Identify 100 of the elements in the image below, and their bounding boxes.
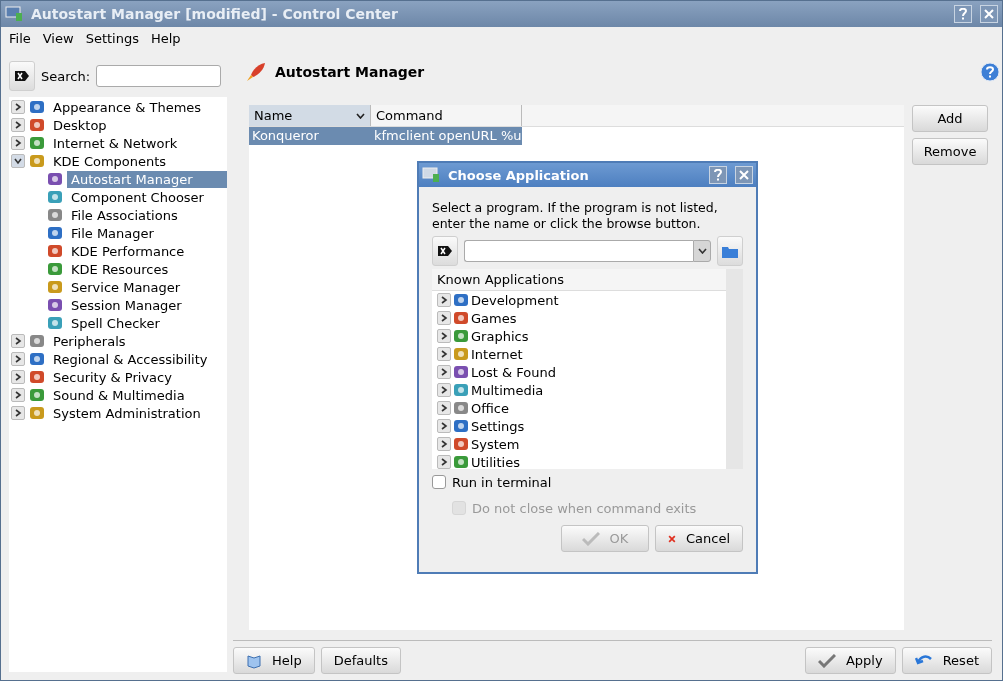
- menu-item[interactable]: Settings: [81, 30, 143, 46]
- category-item[interactable]: Graphics: [471, 328, 529, 344]
- side-button[interactable]: Remove: [912, 138, 988, 165]
- program-input-field[interactable]: [464, 240, 693, 262]
- tree-item[interactable]: KDE Performance: [67, 242, 189, 260]
- checkmark-icon: [817, 653, 836, 668]
- expand-toggle[interactable]: [437, 365, 451, 379]
- app-icon: [47, 297, 63, 313]
- tree-item[interactable]: Autostart Manager: [67, 170, 227, 188]
- menu-item[interactable]: Help: [146, 30, 185, 46]
- expanded-chevron-icon: [14, 157, 22, 165]
- tree-item[interactable]: Service Manager: [67, 278, 185, 296]
- tree-item[interactable]: Internet & Network: [49, 134, 182, 152]
- clear-search-button[interactable]: [9, 61, 35, 91]
- tree-item[interactable]: Appearance & Themes: [49, 98, 206, 116]
- app-icon: [453, 292, 469, 308]
- clear-input-button[interactable]: [432, 236, 458, 266]
- menu-item[interactable]: View: [38, 30, 78, 46]
- footer-button[interactable]: Defaults: [320, 647, 401, 674]
- expand-toggle[interactable]: [437, 293, 451, 307]
- checkmark-icon: [581, 531, 600, 546]
- expand-toggle[interactable]: [11, 388, 25, 402]
- tree-item[interactable]: KDE Resources: [67, 260, 173, 278]
- tree-item[interactable]: Component Chooser: [67, 188, 208, 206]
- column-header[interactable]: Command: [371, 105, 522, 126]
- browse-button[interactable]: [717, 236, 743, 266]
- close-icon: [984, 9, 994, 19]
- expand-toggle[interactable]: [11, 352, 25, 366]
- help-button[interactable]: [709, 166, 727, 184]
- collapsed-chevron-icon: [14, 391, 22, 399]
- menu-item[interactable]: File: [5, 30, 35, 46]
- tree-item[interactable]: Regional & Accessibility: [49, 350, 212, 368]
- category-item[interactable]: Lost & Found: [471, 364, 556, 380]
- expand-toggle[interactable]: [437, 347, 451, 361]
- tree-item[interactable]: File Associations: [67, 206, 182, 224]
- collapsed-chevron-icon: [14, 337, 22, 345]
- table-cell[interactable]: Konqueror: [249, 127, 371, 145]
- dropdown-button[interactable]: [693, 240, 711, 262]
- search-field[interactable]: [96, 65, 222, 87]
- close-button[interactable]: [735, 166, 753, 184]
- app-icon: [29, 369, 45, 385]
- app-icon: [47, 207, 63, 223]
- expand-toggle[interactable]: [437, 329, 451, 343]
- footer-button[interactable]: Apply: [804, 647, 896, 674]
- app-icon: [47, 243, 63, 259]
- expand-toggle[interactable]: [11, 136, 25, 150]
- category-item[interactable]: Development: [471, 292, 559, 308]
- expand-toggle[interactable]: [437, 311, 451, 325]
- footer-button[interactable]: Reset: [901, 647, 992, 674]
- expand-toggle[interactable]: [437, 455, 451, 469]
- collapsed-chevron-icon: [440, 314, 448, 322]
- app-icon: [29, 405, 45, 421]
- tree-item[interactable]: Session Manager: [67, 296, 186, 314]
- category-item[interactable]: Internet: [471, 346, 523, 362]
- category-item[interactable]: Utilities: [471, 454, 520, 470]
- tree-item[interactable]: Desktop: [49, 116, 111, 134]
- app-icon: [29, 135, 45, 151]
- expand-toggle[interactable]: [11, 370, 25, 384]
- collapsed-chevron-icon: [440, 332, 448, 340]
- side-button[interactable]: Add: [912, 105, 988, 132]
- expand-toggle[interactable]: [11, 118, 25, 132]
- tree-item[interactable]: File Manager: [67, 224, 158, 242]
- tree-item[interactable]: Sound & Multimedia: [49, 386, 189, 404]
- expand-toggle[interactable]: [437, 437, 451, 451]
- checkbox[interactable]: [432, 475, 446, 489]
- help-icon[interactable]: [980, 62, 1000, 82]
- expand-toggle[interactable]: [437, 419, 451, 433]
- tree-item[interactable]: KDE Components: [49, 152, 171, 170]
- help-button[interactable]: [954, 5, 972, 23]
- tree-item[interactable]: Spell Checker: [67, 314, 164, 332]
- category-item[interactable]: Office: [471, 400, 509, 416]
- column-header[interactable]: Name: [249, 105, 371, 126]
- app-icon: [453, 400, 469, 416]
- tree-item[interactable]: Peripherals: [49, 332, 130, 350]
- tree-item[interactable]: Security & Privacy: [49, 368, 176, 386]
- tree-item[interactable]: System Administration: [49, 404, 205, 422]
- expand-toggle[interactable]: [437, 383, 451, 397]
- question-icon: [959, 8, 967, 20]
- close-button[interactable]: [980, 5, 998, 23]
- expand-toggle[interactable]: [437, 401, 451, 415]
- app-icon: [47, 261, 63, 277]
- checkbox-label: Run in terminal: [452, 474, 552, 490]
- collapsed-chevron-icon: [14, 409, 22, 417]
- collapsed-chevron-icon: [14, 103, 22, 111]
- dialog-button[interactable]: Cancel: [655, 525, 743, 552]
- table-cell[interactable]: kfmclient openURL %u: [371, 127, 522, 145]
- expand-toggle[interactable]: [11, 334, 25, 348]
- expand-toggle[interactable]: [11, 406, 25, 420]
- category-item[interactable]: System: [471, 436, 520, 452]
- footer-button[interactable]: Help: [233, 647, 315, 674]
- expand-toggle[interactable]: [11, 100, 25, 114]
- expand-toggle[interactable]: [11, 154, 25, 168]
- category-item[interactable]: Multimedia: [471, 382, 544, 398]
- collapsed-chevron-icon: [14, 355, 22, 363]
- category-item[interactable]: Games: [471, 310, 517, 326]
- sort-caret-icon: [356, 112, 365, 119]
- category-item[interactable]: Settings: [471, 418, 525, 434]
- dialog-message: Select a program. If the program is not listed, enter the name or click the browse button.: [432, 200, 719, 232]
- collapsed-chevron-icon: [440, 386, 448, 394]
- scrollbar[interactable]: [726, 269, 743, 469]
